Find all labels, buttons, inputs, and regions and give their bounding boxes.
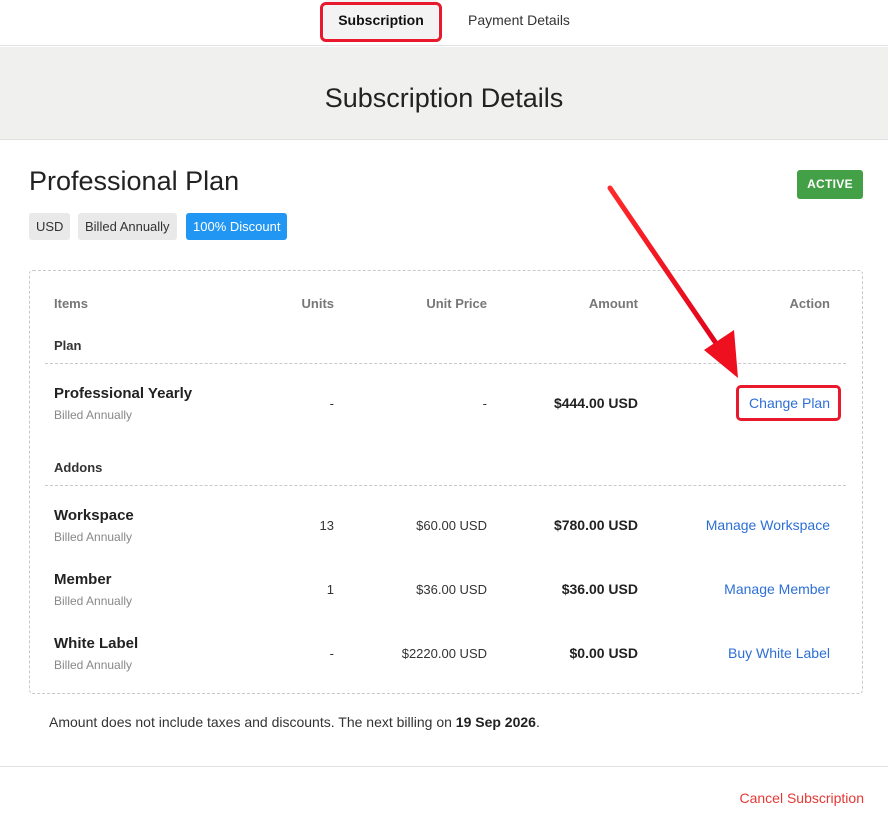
billing-note-text: Amount does not include taxes and discou… <box>49 714 456 730</box>
tab-payment-details[interactable]: Payment Details <box>468 0 570 40</box>
column-header-units: Units <box>301 296 335 311</box>
column-header-unit-price: Unit Price <box>426 296 487 311</box>
item-units: - <box>329 646 334 661</box>
billing-note-suffix: . <box>535 714 540 730</box>
item-name: Professional Yearly <box>54 385 193 402</box>
page-title: Subscription Details <box>324 83 564 113</box>
divider <box>45 363 846 364</box>
section-label-addons: Addons <box>54 460 103 475</box>
tab-subscription[interactable]: Subscription <box>324 0 438 40</box>
item-unit-price: $60.00 USD <box>416 518 487 533</box>
item-amount: $444.00 USD <box>553 395 638 411</box>
buy-white-label-link[interactable]: Buy White Label <box>680 645 830 661</box>
item-name: Workspace <box>54 507 134 524</box>
manage-member-link[interactable]: Manage Member <box>680 581 830 597</box>
tab-bar: Subscription Payment Details <box>0 0 888 46</box>
next-billing-date: 19 Sep 2026 <box>455 714 536 730</box>
column-header-amount: Amount <box>588 296 638 311</box>
item-amount: $36.00 USD <box>561 581 638 597</box>
divider <box>0 766 888 767</box>
item-amount: $780.00 USD <box>553 517 638 533</box>
item-units: 1 <box>326 582 334 597</box>
item-amount: $0.00 USD <box>569 645 638 661</box>
billing-chip: Billed Annually <box>78 213 177 240</box>
page-header-band: Subscription Details <box>0 47 888 140</box>
item-billing: Billed Annually <box>54 658 133 672</box>
column-header-items: Items <box>54 296 88 311</box>
item-unit-price: $2220.00 USD <box>401 646 487 661</box>
item-billing: Billed Annually <box>54 594 133 608</box>
item-unit-price: - <box>482 396 487 411</box>
item-units: - <box>329 396 334 411</box>
discount-chip: 100% Discount <box>186 213 288 240</box>
billing-note: Amount does not include taxes and discou… <box>49 714 540 730</box>
manage-workspace-link[interactable]: Manage Workspace <box>680 517 830 533</box>
currency-chip: USD <box>29 213 71 240</box>
item-unit-price: $36.00 USD <box>416 582 487 597</box>
cancel-subscription-button[interactable]: Cancel Subscription <box>739 790 864 806</box>
item-billing: Billed Annually <box>54 408 133 422</box>
item-name: Member <box>54 571 112 588</box>
item-name: White Label <box>54 635 139 652</box>
plan-title: Professional Plan <box>29 166 240 196</box>
section-label-plan: Plan <box>54 338 82 353</box>
item-units: 13 <box>319 518 334 533</box>
status-badge: ACTIVE <box>797 170 863 199</box>
subscription-items-table <box>29 270 863 694</box>
change-plan-link[interactable]: Change Plan <box>700 395 830 411</box>
item-billing: Billed Annually <box>54 530 133 544</box>
divider <box>45 485 846 486</box>
column-header-action: Action <box>789 296 830 311</box>
